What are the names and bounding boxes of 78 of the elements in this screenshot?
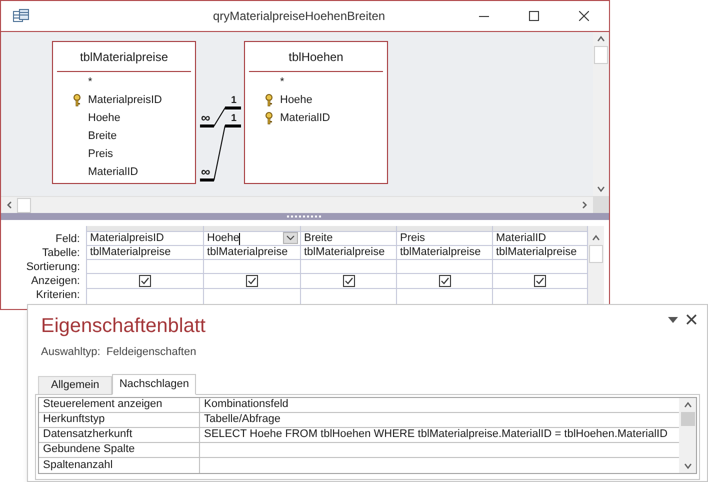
field-cell[interactable]: Preis xyxy=(400,230,426,247)
table-cell[interactable]: tblMaterialpreise xyxy=(207,244,288,261)
row-label: Feld: xyxy=(56,232,80,247)
show-checkbox[interactable] xyxy=(534,275,546,287)
property-name: Spaltenanzahl xyxy=(43,458,113,473)
field-cell[interactable]: MaterialID xyxy=(496,230,546,247)
vertical-scrollbar[interactable] xyxy=(588,226,604,304)
scroll-thumb[interactable] xyxy=(17,198,31,212)
maximize-icon xyxy=(529,11,539,21)
scroll-down-icon[interactable] xyxy=(596,184,606,194)
field-name[interactable]: Hoehe xyxy=(280,92,312,108)
key-icon xyxy=(265,94,273,106)
field-cell[interactable]: Breite xyxy=(304,230,333,247)
dropdown-icon[interactable] xyxy=(668,316,678,322)
horizontal-scrollbar[interactable] xyxy=(1,196,593,213)
grip-icon xyxy=(287,215,323,218)
table-cell[interactable]: tblMaterialpreise xyxy=(90,244,171,261)
field-name[interactable]: Preis xyxy=(88,146,114,162)
field-cell[interactable]: MaterialpreisID xyxy=(90,230,164,247)
table-cell[interactable]: tblMaterialpreise xyxy=(496,244,577,261)
property-name: Steuerelement anzeigen xyxy=(43,397,162,412)
selection-type-label: Auswahltyp: xyxy=(41,345,100,360)
close-icon xyxy=(579,11,589,21)
field-name[interactable]: MaterialID xyxy=(88,164,138,180)
many-label: ∞ xyxy=(201,111,210,124)
row-label: Kriterien: xyxy=(36,288,80,303)
row-label: Anzeigen: xyxy=(31,274,80,289)
scroll-up-icon[interactable] xyxy=(596,34,606,44)
scroll-thumb[interactable] xyxy=(680,412,694,426)
show-checkbox[interactable] xyxy=(342,275,354,287)
property-value[interactable]: SELECT Hoehe FROM tblHoehen WHERE tblMaterialpreise.MaterialID = tblHoehen.MaterialID xyxy=(204,426,668,443)
sheet-tab[interactable]: Nachschlagen xyxy=(112,374,196,394)
row-label: Tabelle: xyxy=(42,246,80,261)
property-name: Herkunftstyp xyxy=(43,412,105,428)
table-cell[interactable]: tblMaterialpreise xyxy=(400,244,481,261)
many-label: ∞ xyxy=(201,165,210,178)
table-cell[interactable]: tblMaterialpreise xyxy=(304,244,385,261)
dropdown-button[interactable] xyxy=(283,232,298,244)
chevron-down-icon xyxy=(286,235,295,241)
column-selector[interactable] xyxy=(87,226,203,232)
field-name[interactable]: MaterialID xyxy=(280,110,330,126)
query-icon xyxy=(13,9,29,23)
property-name: Gebundene Spalte xyxy=(43,442,135,458)
property-value[interactable]: Tabelle/Abfrage xyxy=(204,411,280,428)
property-value[interactable]: Kombinationsfeld xyxy=(204,396,288,413)
close-icon[interactable] xyxy=(686,314,697,325)
field-name[interactable]: * xyxy=(88,74,92,90)
key-icon xyxy=(73,94,81,106)
scroll-thumb[interactable] xyxy=(594,46,608,64)
join-line[interactable] xyxy=(198,123,243,183)
field-name[interactable]: MaterialpreisID xyxy=(88,92,162,108)
field-name[interactable]: * xyxy=(280,74,284,90)
row-label: Sortierung: xyxy=(26,260,80,275)
show-checkbox[interactable] xyxy=(139,275,151,287)
column-selector[interactable] xyxy=(397,226,492,232)
property-name: Datensatzherkunft xyxy=(43,427,132,442)
vertical-scrollbar[interactable] xyxy=(679,398,696,472)
table-box[interactable]: tblHoehen * Hoehe MaterialID xyxy=(244,41,388,184)
table-title: tblHoehen xyxy=(288,48,344,66)
scroll-thumb[interactable] xyxy=(589,245,603,263)
scrollbar-corner xyxy=(593,196,609,213)
scroll-up-icon[interactable] xyxy=(682,400,692,410)
join-line[interactable] xyxy=(198,105,243,129)
key-icon xyxy=(265,112,273,124)
field-name[interactable]: Hoehe xyxy=(88,110,120,126)
one-label: 1 xyxy=(231,114,237,124)
window-title: qryMaterialpreiseHoehenBreiten xyxy=(212,8,386,25)
field-name[interactable]: Breite xyxy=(88,128,117,144)
sheet-tab[interactable]: Allgemein xyxy=(38,376,112,394)
selection-type-value: Feldeigenschaften xyxy=(106,345,196,360)
field-cell[interactable]: Hoehe xyxy=(207,230,240,247)
one-label: 1 xyxy=(231,96,237,106)
show-checkbox[interactable] xyxy=(246,275,258,287)
sheet-title: Eigenschaftenblatt xyxy=(41,314,206,338)
show-checkbox[interactable] xyxy=(438,275,450,287)
table-title: tblMaterialpreise xyxy=(80,48,168,66)
table-box[interactable]: tblMaterialpreise * MaterialpreisID Hoehe Breite Preis MaterialID xyxy=(52,41,196,184)
scroll-up-icon[interactable] xyxy=(591,233,601,243)
